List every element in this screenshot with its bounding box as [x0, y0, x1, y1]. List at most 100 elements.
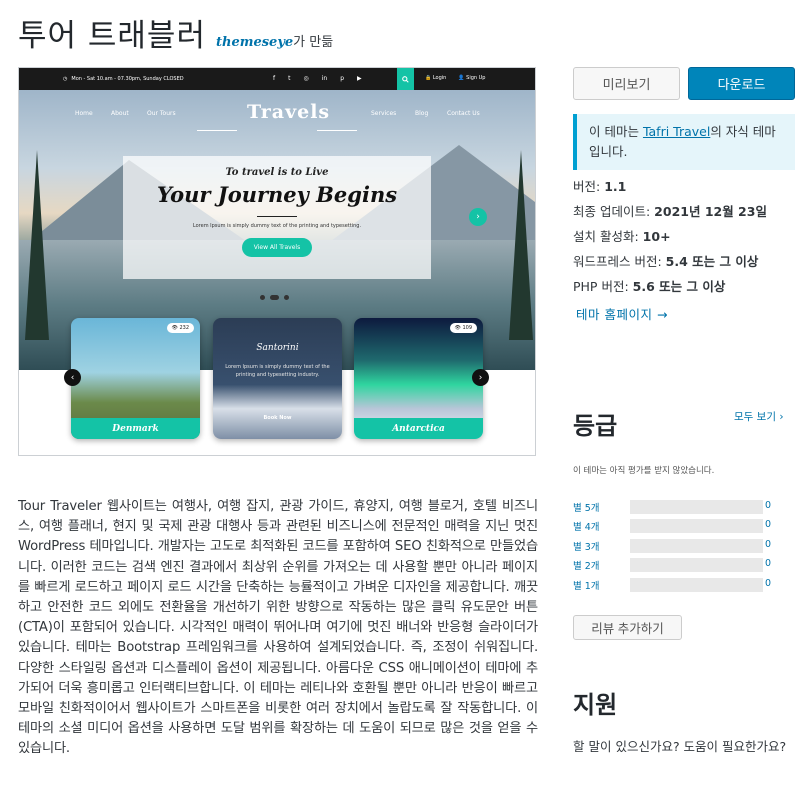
rating-label-link[interactable]: 별 4개 — [573, 519, 600, 533]
preview-views-count: 109 — [462, 325, 472, 331]
meta-value: 10+ — [642, 229, 671, 244]
rating-row-3: 별 3개 0 — [573, 538, 795, 556]
support-text: 할 말이 있으신가요? 도움이 필요한가요? — [573, 739, 787, 754]
preview-nav-tours: Our Tours — [147, 110, 176, 117]
see-all-ratings-link[interactable]: 모두 보기 › — [734, 409, 784, 424]
rating-row-4: 별 4개 0 — [573, 518, 795, 536]
rating-label-link[interactable]: 별 5개 — [573, 500, 600, 514]
preview-login-label: Login — [432, 75, 447, 81]
preview-signup-label: Sign Up — [466, 75, 486, 81]
preview-nav-about: About — [111, 110, 129, 117]
preview-nav-services: Services — [371, 110, 397, 117]
theme-name: 투어 트래블러 — [18, 18, 206, 54]
preview-hours: ◷ Mon - Sat 10.am - 07.30pm, Sunday CLOS… — [63, 76, 184, 82]
slider-dot-active — [270, 295, 279, 300]
notice-prefix: 이 테마는 — [589, 124, 643, 139]
rating-row-2: 별 2개 0 — [573, 557, 795, 575]
meta-wp-version: 워드프레스 버전: 5.4 또는 그 이상 — [573, 252, 795, 277]
meta-label: 버전: — [573, 179, 605, 194]
rating-row-5: 별 5개 0 — [573, 499, 795, 517]
slider-dot — [284, 295, 289, 300]
meta-php-version: PHP 버전: 5.6 또는 그 이상 — [573, 277, 795, 302]
meta-label: 워드프레스 버전: — [573, 254, 666, 269]
preview-views-count: 232 — [179, 325, 189, 331]
rating-bar — [630, 500, 763, 514]
rating-count: 0 — [765, 558, 772, 569]
no-ratings-text: 이 테마는 아직 평가를 받지 않았습니다. — [573, 466, 715, 476]
preview-logo-rule — [197, 130, 237, 131]
preview-card-caption: Denmark — [71, 418, 200, 439]
child-theme-notice: 이 테마는 Tafri Travel의 자식 테마입니다. — [573, 114, 795, 170]
preview-hours-text: Mon - Sat 10.am - 07.30pm, Sunday CLOSED — [71, 76, 184, 82]
preview-tree — [509, 150, 533, 340]
preview-nav: Home About Our Tours Travels Services Bl… — [19, 90, 535, 140]
chevron-right-icon: › — [472, 369, 489, 386]
preview-card-denmark: 👁 232 Denmark — [71, 318, 200, 439]
preview-account-links: 🔒 Login 👤 Sign Up — [425, 75, 486, 81]
rating-count: 0 — [765, 500, 772, 511]
support-heading: 지원 — [573, 691, 618, 719]
meta-label: 최종 업데이트: — [573, 204, 655, 219]
preview-cta: View All Travels — [241, 238, 313, 257]
preview-social-icons: f t ◎ in p ▶ — [273, 75, 362, 82]
preview-card-title: Santorini — [256, 343, 299, 353]
author-link[interactable]: themeseye — [216, 35, 293, 50]
youtube-icon: ▶ — [357, 75, 362, 82]
preview-nav-blog: Blog — [415, 110, 429, 117]
meta-value: 5.4 또는 그 이상 — [665, 254, 759, 269]
preview-slider-dots — [260, 295, 289, 300]
preview-card-text: Lorem Ipsum is simply dummy text of the … — [225, 364, 330, 378]
parent-theme-link[interactable]: Tafri Travel — [643, 124, 710, 139]
chevron-right-icon: › — [469, 208, 487, 226]
rating-label-link[interactable]: 별 3개 — [573, 539, 600, 553]
meta-value: 1.1 — [604, 179, 627, 194]
meta-active-installs: 설치 활성화: 10+ — [573, 227, 795, 252]
rating-bar — [630, 558, 763, 572]
preview-button[interactable]: 미리보기 — [573, 67, 680, 100]
theme-author: themeseye가 만듦 — [216, 31, 333, 50]
preview-kicker: To travel is to Live — [225, 167, 329, 178]
rating-label-link[interactable]: 별 1개 — [573, 578, 600, 592]
meta-last-updated: 최종 업데이트: 2021년 12월 23일 — [573, 202, 795, 227]
rating-count: 0 — [765, 578, 772, 589]
preview-tree — [25, 150, 49, 340]
preview-card-book: Book Now — [263, 415, 292, 421]
rating-count: 0 — [765, 539, 772, 550]
linkedin-icon: in — [321, 75, 328, 82]
preview-login: 🔒 Login — [425, 75, 447, 81]
theme-homepage-link[interactable]: 테마 홈페이지 → — [576, 304, 668, 323]
meta-value: 2021년 12월 23일 — [654, 204, 767, 219]
preview-views-badge: 👁 232 — [166, 323, 194, 333]
twitter-icon: t — [288, 75, 291, 82]
rating-bar — [630, 519, 763, 533]
preview-card-santorini: Santorini Lorem Ipsum is simply dummy te… — [213, 318, 342, 439]
theme-meta: 버전: 1.1 최종 업데이트: 2021년 12월 23일 설치 활성화: 1… — [573, 177, 795, 302]
rating-label-link[interactable]: 별 2개 — [573, 558, 600, 572]
chevron-right-icon: › — [779, 411, 784, 423]
search-icon — [397, 68, 414, 90]
add-review-button[interactable]: 리뷰 추가하기 — [573, 615, 682, 640]
rating-bar — [630, 539, 763, 553]
facebook-icon: f — [273, 75, 276, 82]
preview-topbar: ◷ Mon - Sat 10.am - 07.30pm, Sunday CLOS… — [19, 68, 535, 90]
preview-card-antarctica: 👁 109 Antarctica — [354, 318, 483, 439]
preview-nav-contact: Contact Us — [447, 110, 480, 117]
instagram-icon: ◎ — [303, 75, 309, 82]
clock-icon: ◷ — [63, 76, 68, 82]
preview-divider — [257, 216, 297, 217]
meta-label: PHP 버전: — [573, 279, 633, 294]
preview-views-badge: 👁 109 — [449, 323, 477, 333]
theme-description: Tour Traveler 웹사이트는 여행사, 여행 잡지, 관광 가이드, … — [18, 499, 538, 757]
download-button[interactable]: 다운로드 — [688, 67, 795, 100]
meta-value: 5.6 또는 그 이상 — [632, 279, 726, 294]
preview-headline: Your Journey Begins — [156, 182, 398, 207]
preview-subline: Lorem Ipsum is simply dummy text of the … — [192, 223, 362, 229]
preview-card-caption: Antarctica — [354, 418, 483, 439]
ratings-heading: 등급 — [573, 412, 618, 440]
theme-screenshot: ◷ Mon - Sat 10.am - 07.30pm, Sunday CLOS… — [18, 67, 536, 456]
meta-version: 버전: 1.1 — [573, 177, 795, 202]
preview-slide-box: To travel is to Live Your Journey Begins… — [123, 156, 431, 279]
author-suffix: 가 만듦 — [293, 35, 334, 50]
see-all-label: 모두 보기 — [734, 411, 776, 423]
slider-dot — [260, 295, 265, 300]
